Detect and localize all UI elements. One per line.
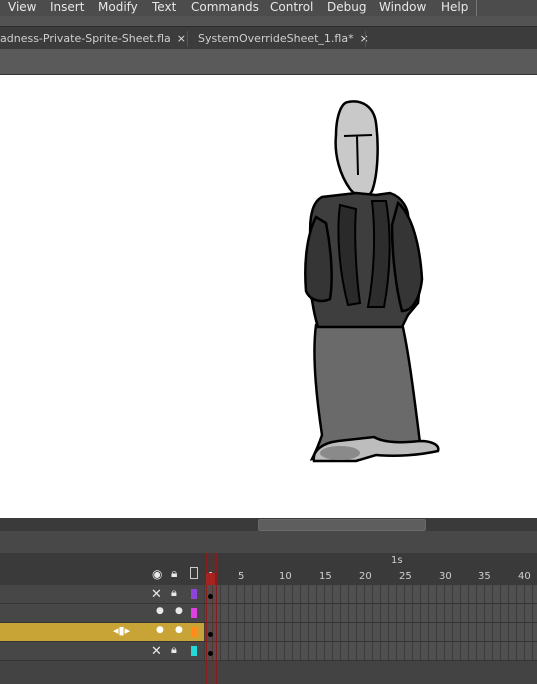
hidden-x-icon[interactable]: ✕ — [151, 644, 162, 659]
lock-icon[interactable]: 🔒︎ — [171, 643, 177, 657]
timeline-panel: 1s ◉ 🔒︎ 1 5 10 15 20 25 30 35 40 ✕ 🔒︎ ● … — [0, 553, 537, 684]
lock-icon[interactable]: 🔒︎ — [171, 566, 177, 581]
stage[interactable] — [0, 75, 537, 518]
outline-icon[interactable] — [190, 567, 198, 579]
unlocked-dot-icon[interactable]: ● — [175, 606, 183, 616]
frame-number: 30 — [439, 571, 452, 582]
menu-text[interactable]: Text — [152, 0, 176, 14]
layer-frames[interactable] — [204, 642, 537, 660]
document-tab-active[interactable]: SystemOverrideSheet_1.fla*× — [198, 29, 369, 49]
layer-frames[interactable] — [204, 585, 537, 603]
timeline-ruler[interactable]: 1s ◉ 🔒︎ 1 5 10 15 20 25 30 35 40 — [0, 553, 537, 585]
visible-dot-icon[interactable]: ● — [156, 606, 164, 616]
layer-color-swatch[interactable] — [191, 589, 197, 599]
frame-number: 25 — [399, 571, 412, 582]
layer-frames[interactable] — [204, 604, 537, 622]
frame-number: 5 — [238, 571, 245, 582]
visible-dot-icon[interactable]: ● — [156, 625, 164, 635]
menu-view[interactable]: View — [8, 0, 36, 14]
hidden-x-icon[interactable]: ✕ — [151, 587, 162, 602]
keyframe-dot[interactable] — [208, 594, 213, 599]
document-tab-bar: adness-Private-Sprite-Sheet.fla × SystemO… — [0, 26, 537, 50]
panel-splitter[interactable] — [0, 531, 537, 553]
layer-frames[interactable] — [204, 623, 537, 641]
edit-bar — [0, 49, 537, 75]
menu-bar: View Insert Modify Text Commands Control… — [0, 0, 537, 16]
frame-number: 35 — [478, 571, 491, 582]
layer-edit-icon[interactable]: ◂▮▸ — [113, 624, 130, 637]
unlocked-dot-icon[interactable]: ● — [175, 625, 183, 635]
menu-control[interactable]: Control — [270, 0, 313, 14]
layer-color-swatch[interactable] — [191, 608, 197, 618]
layer-row[interactable]: ✕ 🔒︎ — [0, 642, 537, 661]
eye-icon[interactable]: ◉ — [152, 567, 162, 581]
playhead-frame-box[interactable] — [206, 573, 215, 585]
tab-label: SystemOverrideSheet_1.fla* — [198, 32, 354, 45]
tab-divider — [365, 31, 366, 47]
keyframe-dot[interactable] — [208, 632, 213, 637]
menu-divider — [476, 0, 477, 16]
foot-highlight — [320, 446, 360, 460]
layer-row-selected[interactable]: ◂▮▸ ● ● — [0, 623, 537, 642]
frame-number: 10 — [279, 571, 292, 582]
stage-scrollbar[interactable] — [0, 518, 537, 531]
menu-insert[interactable]: Insert — [50, 0, 84, 14]
frame-number: 40 — [518, 571, 531, 582]
layer-color-swatch[interactable] — [191, 646, 197, 656]
tab-label: adness-Private-Sprite-Sheet.fla — [0, 32, 171, 45]
menu-commands[interactable]: Commands — [191, 0, 259, 14]
layer-color-swatch[interactable] — [191, 627, 197, 637]
menu-modify[interactable]: Modify — [98, 0, 138, 14]
scrollbar-thumb[interactable] — [258, 519, 426, 531]
menu-debug[interactable]: Debug — [327, 0, 366, 14]
menu-window[interactable]: Window — [379, 0, 426, 14]
keyframe-dot[interactable] — [208, 651, 213, 656]
tab-divider — [187, 31, 188, 47]
document-tab[interactable]: adness-Private-Sprite-Sheet.fla × — [0, 29, 186, 49]
character-drawing[interactable] — [0, 75, 537, 518]
layer-row[interactable]: ✕ 🔒︎ — [0, 585, 537, 604]
frame-number: 20 — [359, 571, 372, 582]
layer-row[interactable]: ● ● — [0, 604, 537, 623]
frame-number: 15 — [319, 571, 332, 582]
close-icon[interactable]: × — [177, 32, 186, 45]
menu-help[interactable]: Help — [441, 0, 468, 14]
lock-icon[interactable]: 🔒︎ — [171, 586, 177, 600]
time-marker: 1s — [391, 555, 403, 566]
